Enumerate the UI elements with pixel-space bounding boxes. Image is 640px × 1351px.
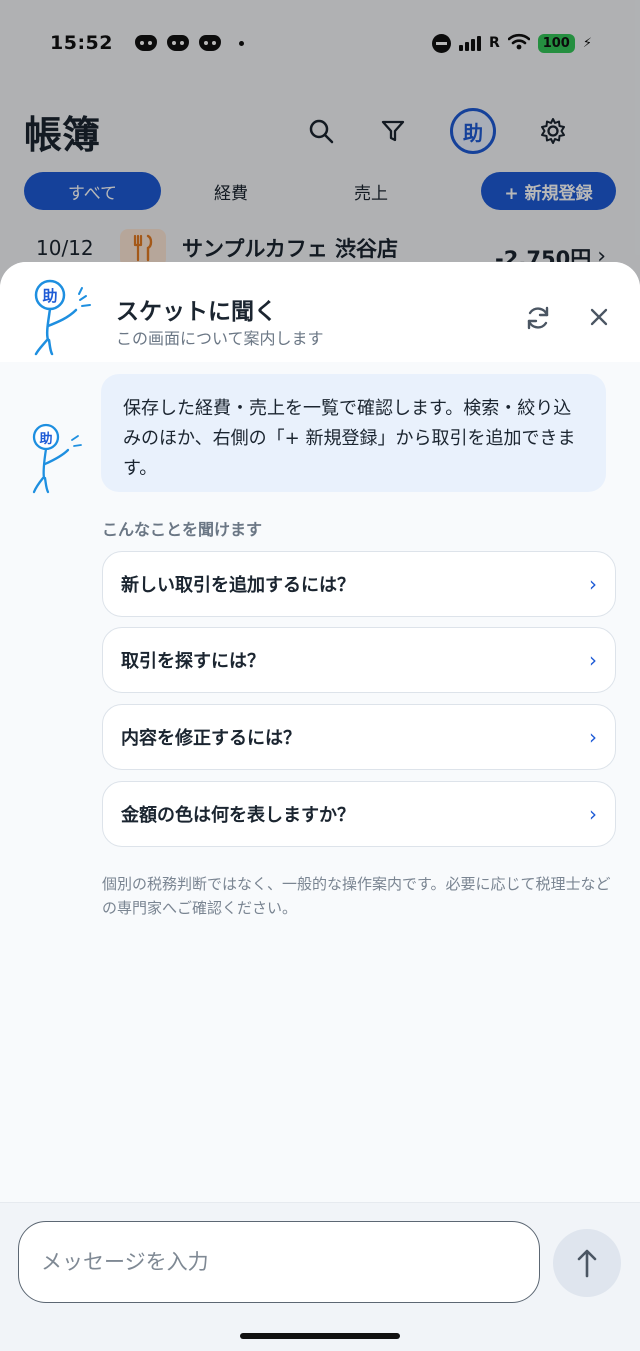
- suggestion-label: 金額の色は何を表しますか？: [121, 805, 355, 826]
- suggestion-edit-content[interactable]: 内容を修正するには？ ›: [102, 704, 616, 770]
- svg-text:助: 助: [42, 287, 57, 305]
- send-button[interactable]: [553, 1229, 621, 1297]
- chevron-right-icon: ›: [589, 648, 597, 672]
- home-indicator: [240, 1333, 400, 1339]
- sheet-title: スケットに聞く: [116, 299, 277, 325]
- suggestion-amount-colors[interactable]: 金額の色は何を表しますか？ ›: [102, 781, 616, 847]
- modal-scrim[interactable]: [0, 0, 640, 300]
- message-input[interactable]: [18, 1221, 540, 1303]
- message-composer: [0, 1202, 640, 1351]
- assistant-message: 保存した経費・売上を一覧で確認します。検索・絞り込みのほか、右側の「+ 新規登録…: [101, 374, 606, 492]
- suggestion-label: 取引を探すには？: [121, 651, 265, 672]
- chevron-right-icon: ›: [589, 725, 597, 749]
- disclaimer-text: 個別の税務判断ではなく、一般的な操作案内です。必要に応じて税理士などの専門家へご…: [102, 875, 611, 917]
- sheet-subtitle: この画面について案内します: [116, 329, 324, 348]
- mascot-avatar-icon: 助: [28, 422, 88, 498]
- suggestions-heading: こんなことを聞けます: [102, 520, 263, 539]
- svg-text:助: 助: [39, 431, 52, 447]
- chevron-right-icon: ›: [589, 802, 597, 826]
- sheet-header: 助 スケットに聞く この画面について案内します: [0, 262, 640, 362]
- refresh-icon[interactable]: [522, 302, 554, 334]
- suggestion-find-transaction[interactable]: 取引を探すには？ ›: [102, 627, 616, 693]
- close-icon[interactable]: [586, 304, 612, 330]
- assistant-sheet: 助 スケットに聞く この画面について案内します 助 保存した経費・売上を一覧で確…: [0, 262, 640, 1351]
- arrow-up-icon: [577, 1249, 597, 1278]
- suggestion-label: 内容を修正するには？: [121, 728, 301, 749]
- suggestion-add-transaction[interactable]: 新しい取引を追加するには？ ›: [102, 551, 616, 617]
- suggestion-label: 新しい取引を追加するには？: [121, 575, 355, 596]
- chevron-right-icon: ›: [589, 572, 597, 596]
- mascot-icon: 助: [28, 278, 98, 360]
